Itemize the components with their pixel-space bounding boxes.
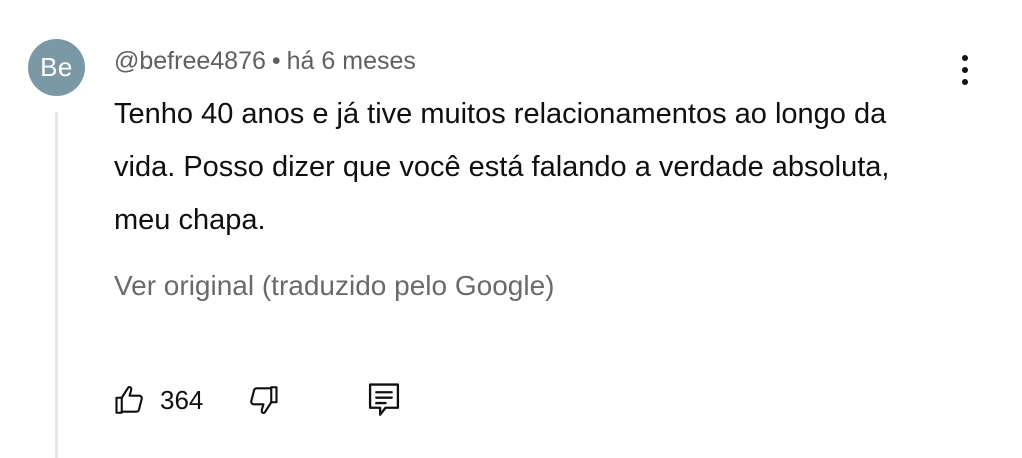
thumbs-down-icon xyxy=(245,382,281,418)
separator-dot: • xyxy=(271,47,281,75)
thumbs-up-icon xyxy=(112,382,148,418)
avatar[interactable]: Be xyxy=(28,39,85,96)
dislike-button[interactable] xyxy=(245,378,281,422)
like-count: 364 xyxy=(160,384,204,415)
comment-header: @befree4876 • há 6 meses xyxy=(114,44,416,78)
more-vertical-icon xyxy=(962,55,968,61)
comment-text: Tenho 40 anos e já tive muitos relaciona… xyxy=(114,98,890,236)
timestamp: há 6 meses xyxy=(286,47,416,75)
thread-line xyxy=(55,112,58,458)
more-options-button[interactable] xyxy=(948,50,982,90)
see-original-link[interactable]: Ver original (traduzido pelo Google) xyxy=(114,266,554,306)
author-handle[interactable]: @befree4876 xyxy=(114,47,266,75)
more-vertical-icon-dot xyxy=(962,67,968,73)
like-button[interactable]: 364 xyxy=(112,378,203,422)
reply-button[interactable] xyxy=(367,378,401,422)
more-vertical-icon-dot xyxy=(962,79,968,85)
comment-reply-icon xyxy=(367,381,401,419)
